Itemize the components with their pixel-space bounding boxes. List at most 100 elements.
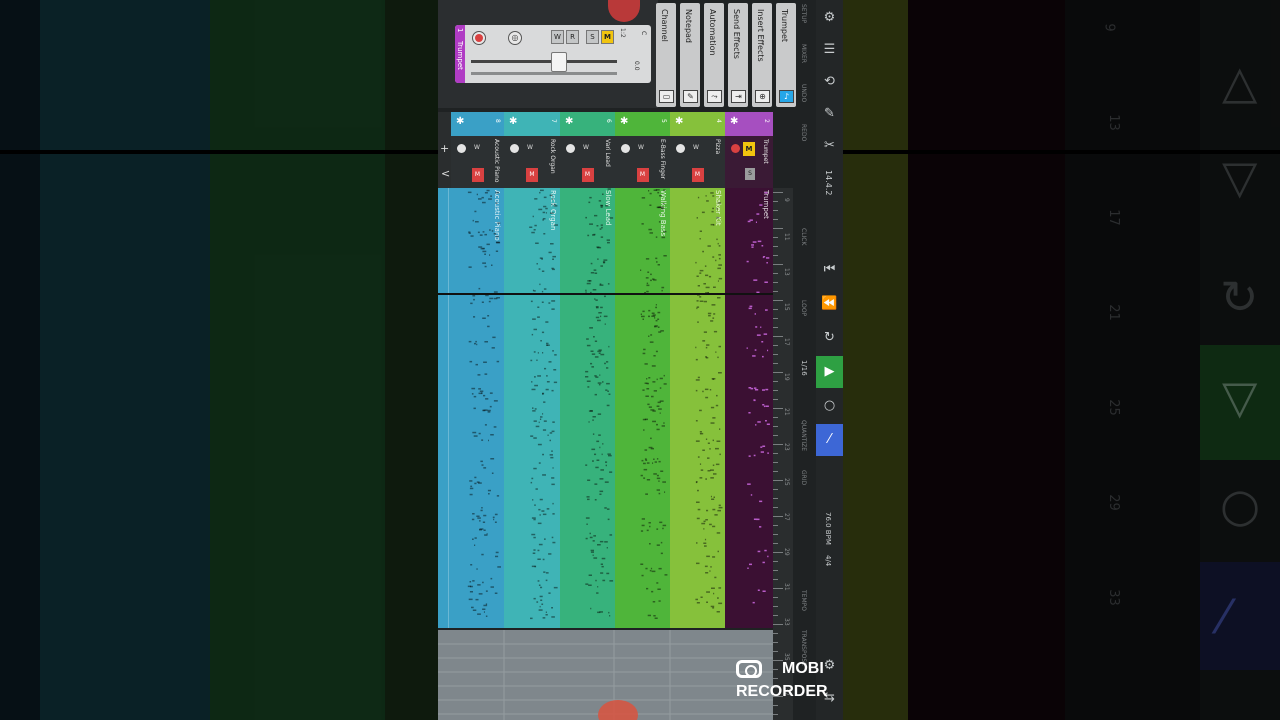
tempo-display[interactable]: 76.0 BPM bbox=[824, 512, 832, 545]
transport-label: QUANTIZE bbox=[800, 420, 807, 452]
ruler-tick bbox=[773, 651, 778, 652]
channel-mute-button[interactable]: M bbox=[601, 30, 614, 44]
ruler-tick bbox=[773, 426, 778, 427]
channel-number: 1 bbox=[456, 28, 464, 33]
stop-icon[interactable]: ○ bbox=[816, 390, 843, 422]
tab-instrument[interactable]: Trumpet ♪ bbox=[776, 3, 796, 107]
cycle-icon[interactable]: ⁄ bbox=[816, 424, 843, 456]
transport-bar: ⚙ ☰ ⟲ ✎ ✂ 14.4.2 ⏮ ⏪ ↻ ▶ ○ ⁄ 76.0 BPM 4/… bbox=[816, 0, 843, 720]
track-header-1[interactable]: 8 ✱ Acoustic Piano W M bbox=[451, 112, 504, 188]
setup-icon[interactable]: ⚙ bbox=[816, 2, 843, 34]
ruler-tick bbox=[773, 228, 783, 229]
ruler-tick bbox=[773, 471, 778, 472]
add-track-button[interactable]: + bbox=[440, 142, 449, 155]
tab-notepad[interactable]: Notepad ✎ bbox=[680, 3, 700, 107]
record-arm-button[interactable] bbox=[510, 144, 519, 153]
track-lane-4[interactable]: Walking Bass bbox=[615, 188, 670, 628]
track-header-3[interactable]: 6 ✱ Vari Lead W M bbox=[560, 112, 615, 188]
track-number: 8 bbox=[494, 119, 501, 123]
position-display: 14.4.2 bbox=[824, 170, 833, 196]
ruler-tick bbox=[773, 498, 778, 499]
track-mute-button[interactable]: M bbox=[636, 168, 649, 182]
pencil-icon[interactable]: ✎ bbox=[816, 98, 843, 130]
tab-insert-effects[interactable]: Insert Effects ⊕ bbox=[752, 3, 772, 107]
transport-label: SETUP bbox=[800, 4, 807, 24]
star-icon[interactable]: ✱ bbox=[620, 116, 628, 127]
ruler-tick bbox=[773, 615, 778, 616]
track-lane-1[interactable]: Acoustic Piano bbox=[438, 188, 504, 628]
track-write-button[interactable]: W bbox=[583, 144, 589, 151]
ruler-tick bbox=[773, 300, 783, 301]
monitor-button[interactable]: ◎ bbox=[508, 31, 522, 45]
channel-write-button[interactable]: W bbox=[551, 30, 564, 44]
track-lane-2[interactable]: Rock Organ bbox=[504, 188, 560, 628]
record-arm-button[interactable] bbox=[676, 144, 685, 153]
track-lane-5[interactable]: Shaker Kit bbox=[670, 188, 725, 628]
track-header-7[interactable]: 2✱TrumpetWMS bbox=[725, 112, 773, 188]
record-arm-button[interactable] bbox=[566, 144, 575, 153]
record-arm-button[interactable] bbox=[621, 144, 630, 153]
return-to-start-icon[interactable]: ⏮ bbox=[816, 254, 843, 286]
track-header-2[interactable]: 7 ✱ Rock Organ W M bbox=[504, 112, 560, 188]
track-header-controls: + < bbox=[438, 112, 451, 188]
track-mute-button[interactable]: M bbox=[581, 168, 594, 182]
ruler-bar-number: 21 bbox=[783, 408, 790, 416]
rewind-icon[interactable]: ⏪ bbox=[816, 288, 843, 320]
star-icon[interactable]: ✱ bbox=[675, 116, 683, 127]
ruler-tick bbox=[773, 417, 778, 418]
track-solo-button[interactable]: S bbox=[745, 168, 755, 180]
playhead-line bbox=[438, 293, 773, 295]
watermark-line1: MOBI bbox=[782, 660, 824, 677]
undo-icon[interactable]: ⟲ bbox=[816, 66, 843, 98]
channel-solo-button[interactable]: S bbox=[586, 30, 599, 44]
track-write-button[interactable]: W bbox=[638, 144, 644, 151]
back-button[interactable]: < bbox=[441, 167, 450, 180]
send-effects-icon: ⇥ bbox=[731, 90, 746, 103]
record-arm-button[interactable] bbox=[472, 31, 486, 45]
timeline-ruler[interactable]: 9 11 13 15 17 19 21 23 25 27 29 31 33 35 37 bbox=[773, 188, 793, 720]
ruler-tick bbox=[773, 516, 783, 517]
ruler-tick bbox=[773, 435, 778, 436]
ruler-tick bbox=[773, 525, 778, 526]
track-lane-3[interactable]: Slow Lead bbox=[560, 188, 615, 628]
ruler-tick bbox=[773, 714, 778, 715]
star-icon[interactable]: ✱ bbox=[730, 116, 738, 127]
track-mute-button[interactable]: M bbox=[743, 142, 755, 156]
ruler-tick bbox=[773, 561, 778, 562]
mixer-icon[interactable]: ☰ bbox=[816, 34, 843, 66]
tab-send-effects[interactable]: Send Effects ⇥ bbox=[728, 3, 748, 107]
signature-display[interactable]: 4/4 bbox=[824, 555, 832, 566]
track-header-4[interactable]: 5 ✱ E-Bass Finger W M bbox=[615, 112, 670, 188]
ruler-tick bbox=[773, 489, 778, 490]
track-write-button[interactable]: W bbox=[474, 144, 480, 151]
record-arm-button[interactable] bbox=[731, 144, 740, 153]
track-header-5[interactable]: 4 ✱ Pizza W M bbox=[670, 112, 725, 188]
volume-fader-handle[interactable] bbox=[551, 52, 567, 72]
play-icon[interactable]: ▶ bbox=[816, 356, 843, 388]
track-mute-button[interactable]: M bbox=[691, 168, 704, 182]
tab-automation[interactable]: Automation ⤳ bbox=[704, 3, 724, 107]
transport-label: CLICK bbox=[800, 228, 807, 246]
tab-channel[interactable]: Channel ▭ bbox=[656, 3, 676, 107]
star-icon[interactable]: ✱ bbox=[456, 116, 464, 127]
star-icon[interactable]: ✱ bbox=[509, 116, 517, 127]
star-icon[interactable]: ✱ bbox=[565, 116, 573, 127]
track-mute-button[interactable]: M bbox=[526, 168, 538, 182]
ruler-tick bbox=[773, 345, 778, 346]
scissors-icon[interactable]: ✂ bbox=[816, 130, 843, 162]
pan-label: 1:2 bbox=[619, 28, 626, 38]
quantize-display[interactable]: 1/16 bbox=[800, 360, 808, 376]
ruler-tick bbox=[773, 390, 778, 391]
track-lane-7[interactable]: Trumpet bbox=[725, 188, 773, 628]
track-write-button[interactable]: W bbox=[527, 144, 533, 151]
track-write-button[interactable]: W bbox=[693, 144, 699, 151]
track-mute-button[interactable]: M bbox=[471, 168, 484, 182]
record-arm-button[interactable] bbox=[457, 144, 466, 153]
track-name: Rock Organ bbox=[549, 139, 556, 174]
ruler-tick bbox=[773, 318, 778, 319]
recorder-watermark: MOBI RECORDER bbox=[734, 656, 839, 706]
empty-arrange-area[interactable] bbox=[438, 630, 773, 720]
channel-name: Trumpet bbox=[456, 41, 464, 70]
channel-read-button[interactable]: R bbox=[566, 30, 579, 44]
loop-icon[interactable]: ↻ bbox=[816, 322, 843, 354]
